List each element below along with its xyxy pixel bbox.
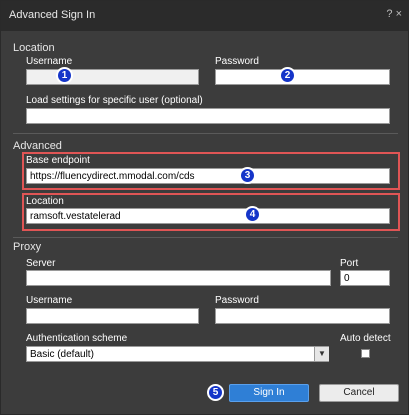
proxy-username-input[interactable] <box>26 308 199 324</box>
auth-scheme-select[interactable]: Basic (default) <box>26 346 329 362</box>
load-settings-label: Load settings for specific user (optiona… <box>26 95 203 106</box>
load-settings-input[interactable] <box>26 108 390 124</box>
chevron-down-icon[interactable]: ▼ <box>314 347 329 361</box>
cancel-button[interactable]: Cancel <box>319 384 399 402</box>
base-endpoint-input[interactable]: https://fluencydirect.mmodal.com/cds <box>26 168 390 184</box>
auto-detect-label: Auto detect <box>340 333 391 344</box>
dialog-title: Advanced Sign In <box>9 9 96 21</box>
title-bar: Advanced Sign In ? × <box>1 1 409 31</box>
advanced-section-label: Advanced <box>13 140 62 152</box>
proxy-password-input[interactable] <box>215 308 390 324</box>
advanced-location-input[interactable]: ramsoft.vestatelerad <box>26 208 390 224</box>
badge-1: 1 <box>56 67 73 84</box>
badge-3: 3 <box>239 167 256 184</box>
port-label: Port <box>340 258 359 269</box>
auto-detect-checkbox[interactable] <box>361 349 370 358</box>
sign-in-button[interactable]: Sign In <box>229 384 309 402</box>
password-input[interactable] <box>215 69 390 85</box>
help-close-controls[interactable]: ? × <box>386 8 402 20</box>
location-separator <box>13 133 398 134</box>
server-input[interactable] <box>26 270 331 286</box>
server-label: Server <box>26 258 56 269</box>
auth-scheme-label: Authentication scheme <box>26 333 128 344</box>
username-label: Username <box>26 56 73 67</box>
advanced-separator <box>13 237 398 238</box>
port-input[interactable]: 0 <box>340 270 390 286</box>
badge-5: 5 <box>207 384 224 401</box>
location-section-label: Location <box>13 42 55 54</box>
badge-4: 4 <box>244 206 261 223</box>
password-label: Password <box>215 56 259 67</box>
base-endpoint-label: Base endpoint <box>26 155 90 166</box>
proxy-password-label: Password <box>215 295 259 306</box>
proxy-section-label: Proxy <box>13 241 42 253</box>
username-input[interactable] <box>26 69 199 85</box>
advanced-sign-in-dialog: Advanced Sign In ? × Location Username P… <box>0 0 409 415</box>
badge-2: 2 <box>279 67 296 84</box>
advanced-location-label: Location <box>26 196 64 207</box>
proxy-username-label: Username <box>26 295 73 306</box>
